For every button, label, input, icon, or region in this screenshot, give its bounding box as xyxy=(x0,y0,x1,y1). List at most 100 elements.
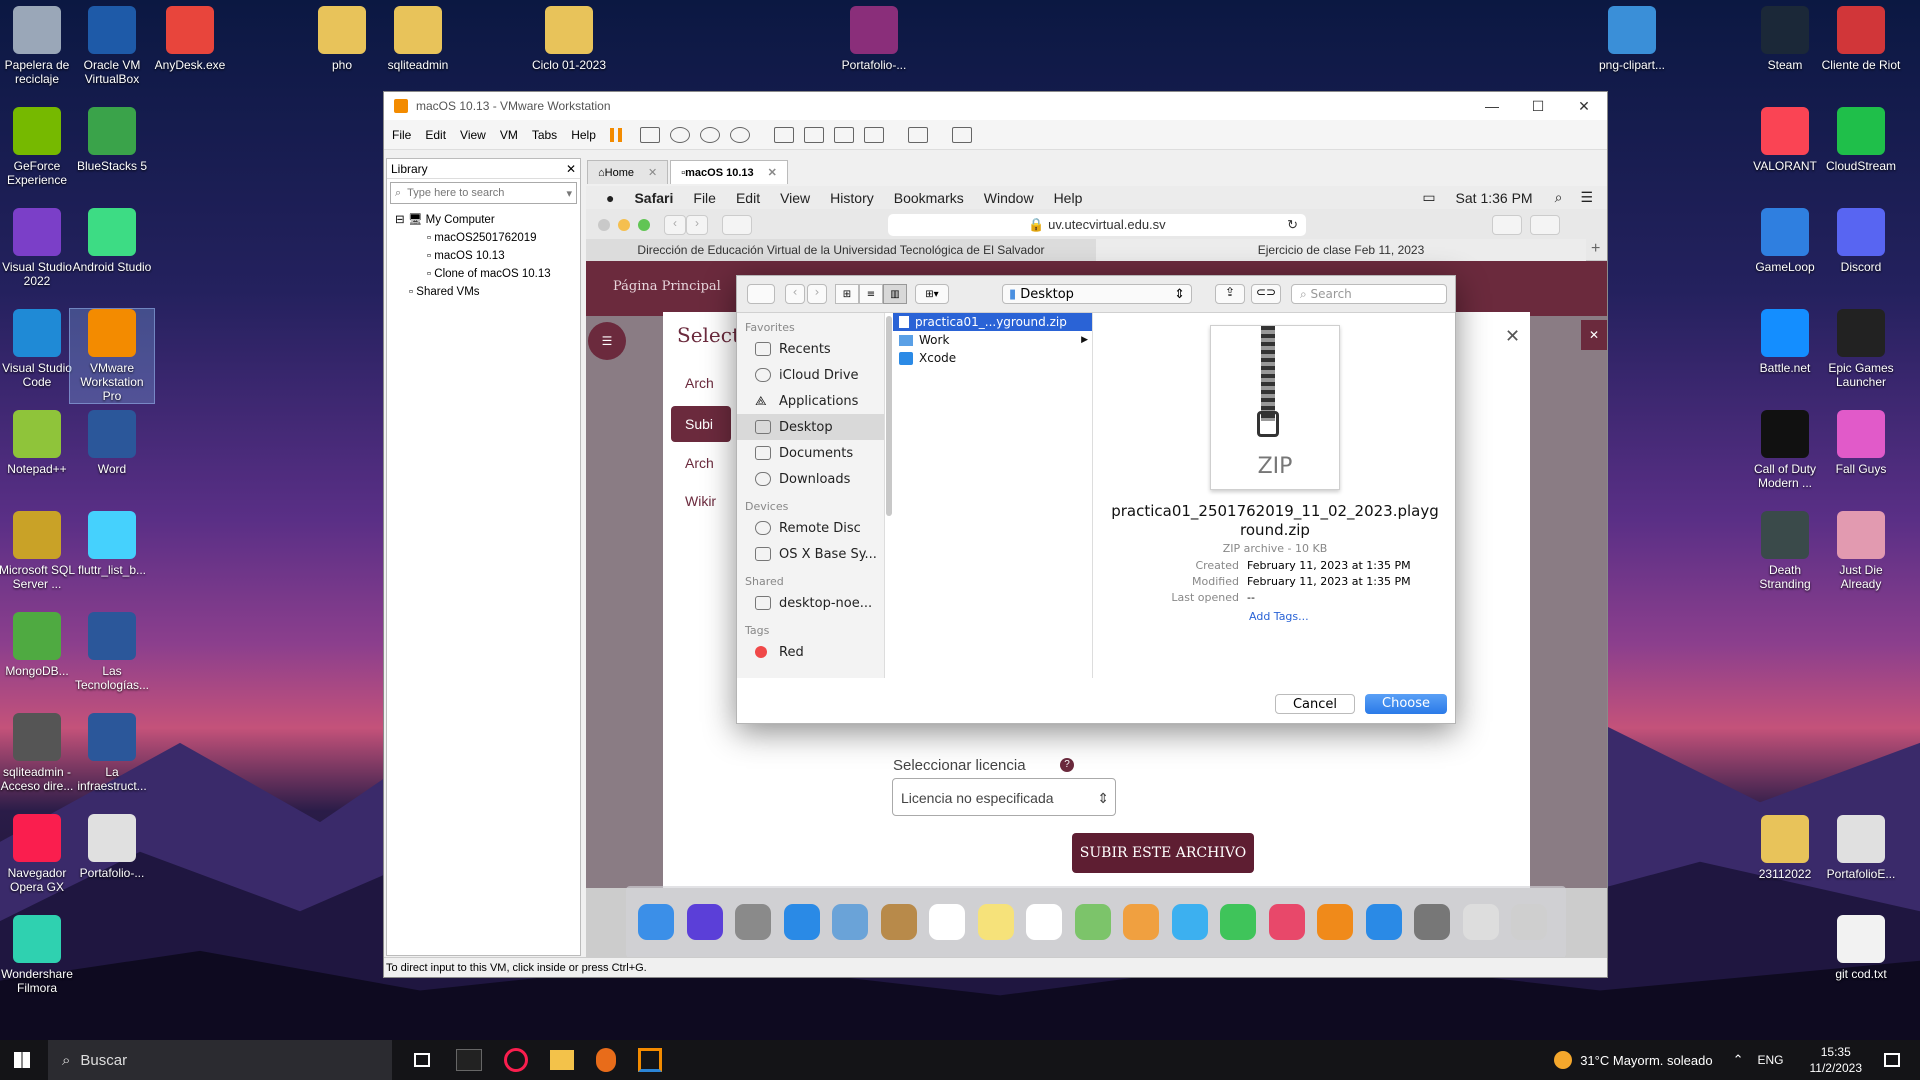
menu-help[interactable]: Help xyxy=(571,128,596,142)
vmware-taskbar-icon[interactable] xyxy=(638,1048,662,1072)
file-item-zip[interactable]: practica01_...yground.zip xyxy=(893,313,1092,331)
spotlight-icon[interactable]: ⌕ xyxy=(1555,189,1563,206)
mac-clock[interactable]: Sat 1:36 PM xyxy=(1456,190,1533,206)
finder-icon[interactable] xyxy=(638,904,674,940)
library-close-icon[interactable]: ✕ xyxy=(566,162,576,176)
library-toggle-icon[interactable] xyxy=(773,126,794,143)
list-view-icon[interactable]: ≡ xyxy=(859,284,883,304)
desktop-shortcut[interactable]: Las Tecnologías... xyxy=(70,612,154,692)
desktop-shortcut[interactable]: Ciclo 01-2023 xyxy=(527,6,611,72)
tree-shared-vms[interactable]: ▫ Shared VMs xyxy=(395,283,580,301)
apple-icon[interactable]: ● xyxy=(606,190,614,206)
picker-menu-item-2[interactable]: Subi xyxy=(671,406,731,442)
file-item-work[interactable]: Work ▶ xyxy=(893,331,1092,349)
sidebar-item-documents[interactable]: Documents xyxy=(737,440,884,466)
column-view-icon[interactable]: ▥ xyxy=(883,284,907,304)
desktop-shortcut[interactable]: VMware Workstation Pro xyxy=(69,308,155,404)
windows-start-icon[interactable] xyxy=(14,1052,30,1068)
vmware-titlebar[interactable]: macOS 10.13 - VMware Workstation — ☐ ✕ xyxy=(384,92,1607,120)
desktop-shortcut[interactable]: sqliteadmin - Acceso dire... xyxy=(0,713,79,793)
location-select[interactable]: ▮ Desktop ⇕ xyxy=(1002,284,1192,304)
picker-menu-item-1[interactable]: Arch xyxy=(671,370,731,396)
desktop-shortcut[interactable]: 23112022 xyxy=(1743,815,1827,881)
back-icon[interactable]: ‹ xyxy=(785,284,805,304)
notification-center-icon[interactable]: ☰ xyxy=(1580,189,1593,206)
desktop-shortcut[interactable]: Cliente de Riot xyxy=(1819,6,1903,72)
menu-view[interactable]: View xyxy=(460,128,486,142)
sidebar-item-osx-base[interactable]: OS X Base Sy... xyxy=(737,541,884,567)
desktop-shortcut[interactable]: pho xyxy=(300,6,384,72)
desktop-shortcut[interactable]: Portafolio-... xyxy=(832,6,916,72)
desktop-shortcut[interactable]: Portafolio-... xyxy=(70,814,154,880)
menu-vm[interactable]: VM xyxy=(500,128,518,142)
menu-view[interactable]: View xyxy=(780,190,810,206)
desktop-shortcut[interactable]: Discord xyxy=(1819,208,1903,274)
thumbnail-bar-icon[interactable] xyxy=(803,126,824,143)
sidebar-icon[interactable] xyxy=(722,215,752,235)
choose-button[interactable]: Choose xyxy=(1365,694,1447,714)
desktop-shortcut[interactable]: Call of Duty Modern ... xyxy=(1743,410,1827,490)
new-tab-icon[interactable]: + xyxy=(1591,240,1600,258)
launchpad-icon[interactable] xyxy=(735,904,771,940)
desktop-shortcut[interactable]: Visual Studio Code xyxy=(0,309,79,389)
minimize-button[interactable]: — xyxy=(1469,98,1515,115)
tab-close-icon[interactable]: ✕ xyxy=(648,166,657,179)
desktop-shortcut[interactable]: Epic Games Launcher xyxy=(1819,309,1903,389)
desktop-shortcut[interactable]: fluttr_list_b... xyxy=(70,511,154,577)
itunes-icon[interactable] xyxy=(1268,904,1305,940)
desktop-shortcut[interactable]: Visual Studio 2022 xyxy=(0,208,79,288)
display-icon[interactable]: ▭ xyxy=(1422,189,1435,206)
unity-icon[interactable] xyxy=(863,126,884,143)
picker-menu-item-4[interactable]: Wikir xyxy=(671,488,731,514)
messages-icon[interactable] xyxy=(1171,904,1208,940)
desktop-shortcut[interactable]: Death Stranding xyxy=(1743,511,1827,591)
menu-help[interactable]: Help xyxy=(1054,190,1083,206)
weather-icon[interactable] xyxy=(1554,1051,1573,1069)
menu-edit[interactable]: Edit xyxy=(736,190,760,206)
desktop-shortcut[interactable]: GeForce Experience xyxy=(0,107,79,187)
tab-home[interactable]: ⌂ Home ✕ xyxy=(587,160,669,184)
stickies-icon[interactable] xyxy=(977,904,1014,940)
cod-taskbar-icon[interactable] xyxy=(456,1049,482,1071)
desktop-shortcut[interactable]: Oracle VM VirtualBox xyxy=(70,6,154,86)
snapshot-manager-icon[interactable] xyxy=(729,126,750,143)
desktop-shortcut[interactable]: VALORANT xyxy=(1743,107,1827,173)
upload-button[interactable]: SUBIR ESTE ARCHIVO xyxy=(1072,833,1254,873)
close-button[interactable]: ✕ xyxy=(1561,98,1607,115)
trash-icon[interactable] xyxy=(1511,904,1547,940)
forward-icon[interactable]: › xyxy=(686,215,708,235)
menu-tabs[interactable]: Tabs xyxy=(532,128,557,142)
picker-close-icon[interactable]: ✕ xyxy=(1505,326,1520,347)
chevron-down-icon[interactable]: ▾ xyxy=(566,187,572,200)
dialog-search-input[interactable]: ⌕ Search xyxy=(1291,284,1447,304)
desktop-shortcut[interactable]: Word xyxy=(70,410,154,476)
recorder-taskbar-icon[interactable] xyxy=(596,1048,616,1072)
ibooks-icon[interactable] xyxy=(1317,904,1353,940)
tray-chevron-icon[interactable]: ⌃ xyxy=(1733,1052,1744,1068)
license-select[interactable]: Licencia no especificada ⇕ xyxy=(892,778,1116,816)
menu-window[interactable]: Window xyxy=(984,190,1034,206)
siri-icon[interactable] xyxy=(686,904,723,940)
sidebar-item-desktop[interactable]: Desktop xyxy=(737,414,884,440)
desktop-shortcut[interactable]: La infraestruct... xyxy=(70,713,154,793)
language-indicator[interactable]: ENG xyxy=(1757,1053,1783,1067)
tree-vm-1[interactable]: ▫ macOS2501762019 xyxy=(395,229,580,247)
close-dot-icon[interactable] xyxy=(598,219,610,231)
sidebar-scrollbar[interactable] xyxy=(886,316,892,516)
preview-icon[interactable] xyxy=(832,904,868,940)
desktop-shortcut[interactable]: Battle.net xyxy=(1743,309,1827,375)
desktop-shortcut[interactable]: GameLoop xyxy=(1743,208,1827,274)
desktop-shortcut[interactable]: CloudStream xyxy=(1819,107,1903,173)
sidebar-item-remote-disc[interactable]: Remote Disc xyxy=(737,515,884,541)
desktop-shortcut[interactable]: BlueStacks 5 xyxy=(70,107,154,173)
task-view-icon[interactable] xyxy=(414,1053,430,1067)
tabs-overview-icon[interactable] xyxy=(1530,215,1560,235)
facetime-icon[interactable] xyxy=(1220,904,1256,940)
file-item-xcode[interactable]: Xcode xyxy=(893,349,1092,367)
sidebar-item-desktop-noe[interactable]: desktop-noe... xyxy=(737,590,884,616)
taskbar-search-input[interactable]: ⌕ Buscar xyxy=(48,1040,392,1080)
add-tags-link[interactable]: Add Tags... xyxy=(1249,610,1309,623)
tab-close-icon[interactable]: ✕ xyxy=(768,166,777,179)
back-icon[interactable]: ‹ xyxy=(664,215,686,235)
library-search-input[interactable]: ⌕ Type here to search ▾ xyxy=(390,182,577,204)
